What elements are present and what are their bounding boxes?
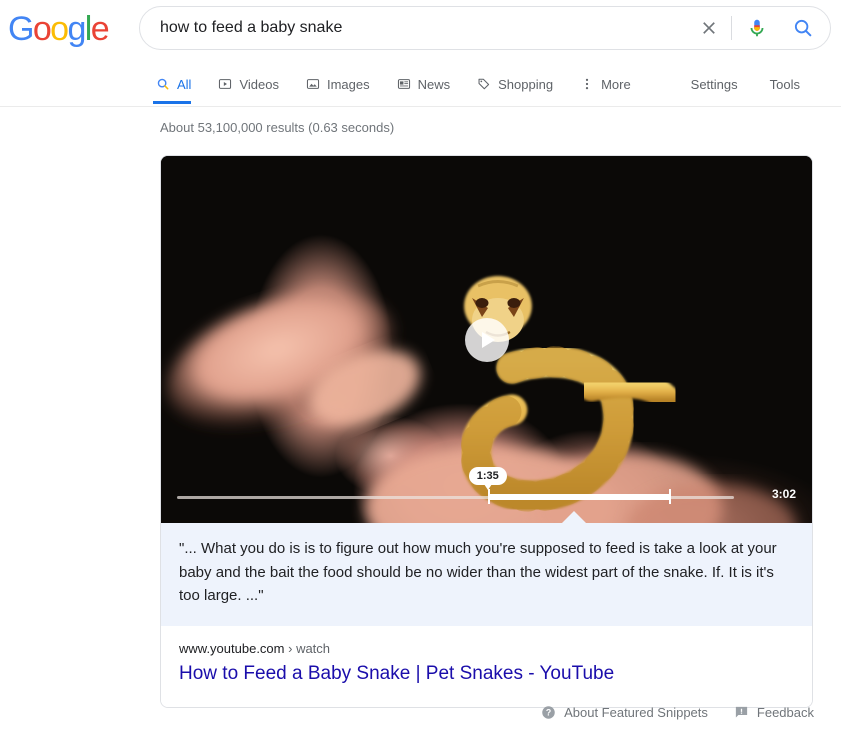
feedback-link[interactable]: Feedback bbox=[734, 705, 814, 720]
google-logo[interactable]: Google bbox=[8, 10, 110, 48]
about-featured-snippets-label: About Featured Snippets bbox=[564, 705, 708, 720]
tab-images[interactable]: Images bbox=[305, 66, 383, 102]
tab-all[interactable]: All bbox=[152, 66, 204, 104]
video-controls: 1:35 3:02 bbox=[161, 461, 812, 523]
video-progress-bar[interactable]: 1:35 3:02 bbox=[177, 467, 796, 504]
close-icon bbox=[703, 22, 715, 34]
overflow-menu-icon bbox=[579, 76, 595, 92]
news-icon bbox=[396, 76, 412, 92]
tab-images-label: Images bbox=[326, 76, 370, 92]
feedback-label: Feedback bbox=[756, 705, 814, 720]
feedback-flag-icon bbox=[735, 706, 748, 718]
search-icon bbox=[794, 19, 812, 37]
play-button-icon bbox=[482, 331, 495, 348]
about-featured-snippets-link[interactable]: ? About Featured Snippets bbox=[541, 705, 708, 720]
tab-news-label: News bbox=[417, 76, 451, 92]
tab-shopping-label: Shopping bbox=[498, 76, 554, 92]
tab-more-label: More bbox=[601, 76, 631, 92]
search-icon bbox=[155, 76, 171, 92]
logo-letter-o1: o bbox=[32, 10, 52, 48]
voice-search-button[interactable] bbox=[734, 7, 780, 49]
current-time-tooltip: 1:35 bbox=[468, 467, 507, 490]
segment-start-marker bbox=[487, 489, 490, 504]
page-header: Google how to feed a baby snake All Vide… bbox=[0, 0, 841, 107]
result-title-link[interactable]: How to Feed a Baby Snake | Pet Snakes - … bbox=[179, 661, 794, 687]
settings-button[interactable]: Settings bbox=[675, 66, 754, 102]
logo-letter-e: e bbox=[90, 10, 110, 48]
tab-videos[interactable]: Videos bbox=[217, 66, 292, 102]
logo-letter-o2: o bbox=[50, 10, 69, 48]
tab-all-label: All bbox=[177, 76, 192, 92]
search-input[interactable] bbox=[140, 7, 689, 49]
featured-snippet-card: 1:35 3:02 "... What you do is is to figu… bbox=[160, 155, 813, 708]
tab-shopping[interactable]: Shopping bbox=[476, 66, 566, 102]
play-button[interactable] bbox=[464, 317, 509, 362]
logo-letter-g2: g bbox=[67, 10, 86, 48]
tab-videos-label: Videos bbox=[239, 76, 279, 92]
video-thumbnail[interactable]: 1:35 3:02 bbox=[161, 156, 812, 523]
search-divider bbox=[731, 16, 732, 40]
segment-end-marker bbox=[669, 489, 672, 504]
result-url-path: › watch bbox=[288, 641, 331, 657]
search-nav-tabs: All Videos Images News Shopping More Set… bbox=[0, 66, 841, 106]
help-circle-icon: ? bbox=[542, 706, 555, 719]
snippet-quote-text: "... What you do is is to figure out how… bbox=[161, 523, 812, 627]
tab-more[interactable]: More bbox=[579, 66, 644, 102]
progress-highlight-segment bbox=[487, 494, 671, 500]
search-submit-button[interactable] bbox=[780, 7, 826, 49]
google-search-results-page: Google how to feed a baby snake All Vide… bbox=[0, 0, 841, 730]
search-result-entry: www.youtube.com › watch How to Feed a Ba… bbox=[161, 626, 812, 707]
logo-letter-g1: G bbox=[8, 10, 34, 48]
tools-button[interactable]: Tools bbox=[754, 66, 816, 102]
snippet-pointer-caret bbox=[560, 511, 587, 523]
result-url[interactable]: www.youtube.com › watch bbox=[179, 640, 794, 658]
result-domain: www.youtube.com bbox=[179, 641, 285, 657]
video-icon bbox=[217, 76, 233, 92]
tab-news[interactable]: News bbox=[396, 66, 464, 102]
search-bar[interactable] bbox=[139, 6, 831, 50]
microphone-icon bbox=[750, 19, 764, 37]
clear-search-button[interactable] bbox=[689, 7, 729, 49]
tag-icon bbox=[476, 76, 492, 92]
image-icon bbox=[305, 76, 321, 92]
nav-right-group: Settings Tools bbox=[675, 66, 841, 102]
svg-text:?: ? bbox=[546, 708, 551, 718]
result-stats: About 53,100,000 results (0.63 seconds) bbox=[160, 120, 395, 135]
video-duration: 3:02 bbox=[771, 487, 796, 501]
snippet-footer: ? About Featured Snippets Feedback bbox=[0, 705, 841, 720]
